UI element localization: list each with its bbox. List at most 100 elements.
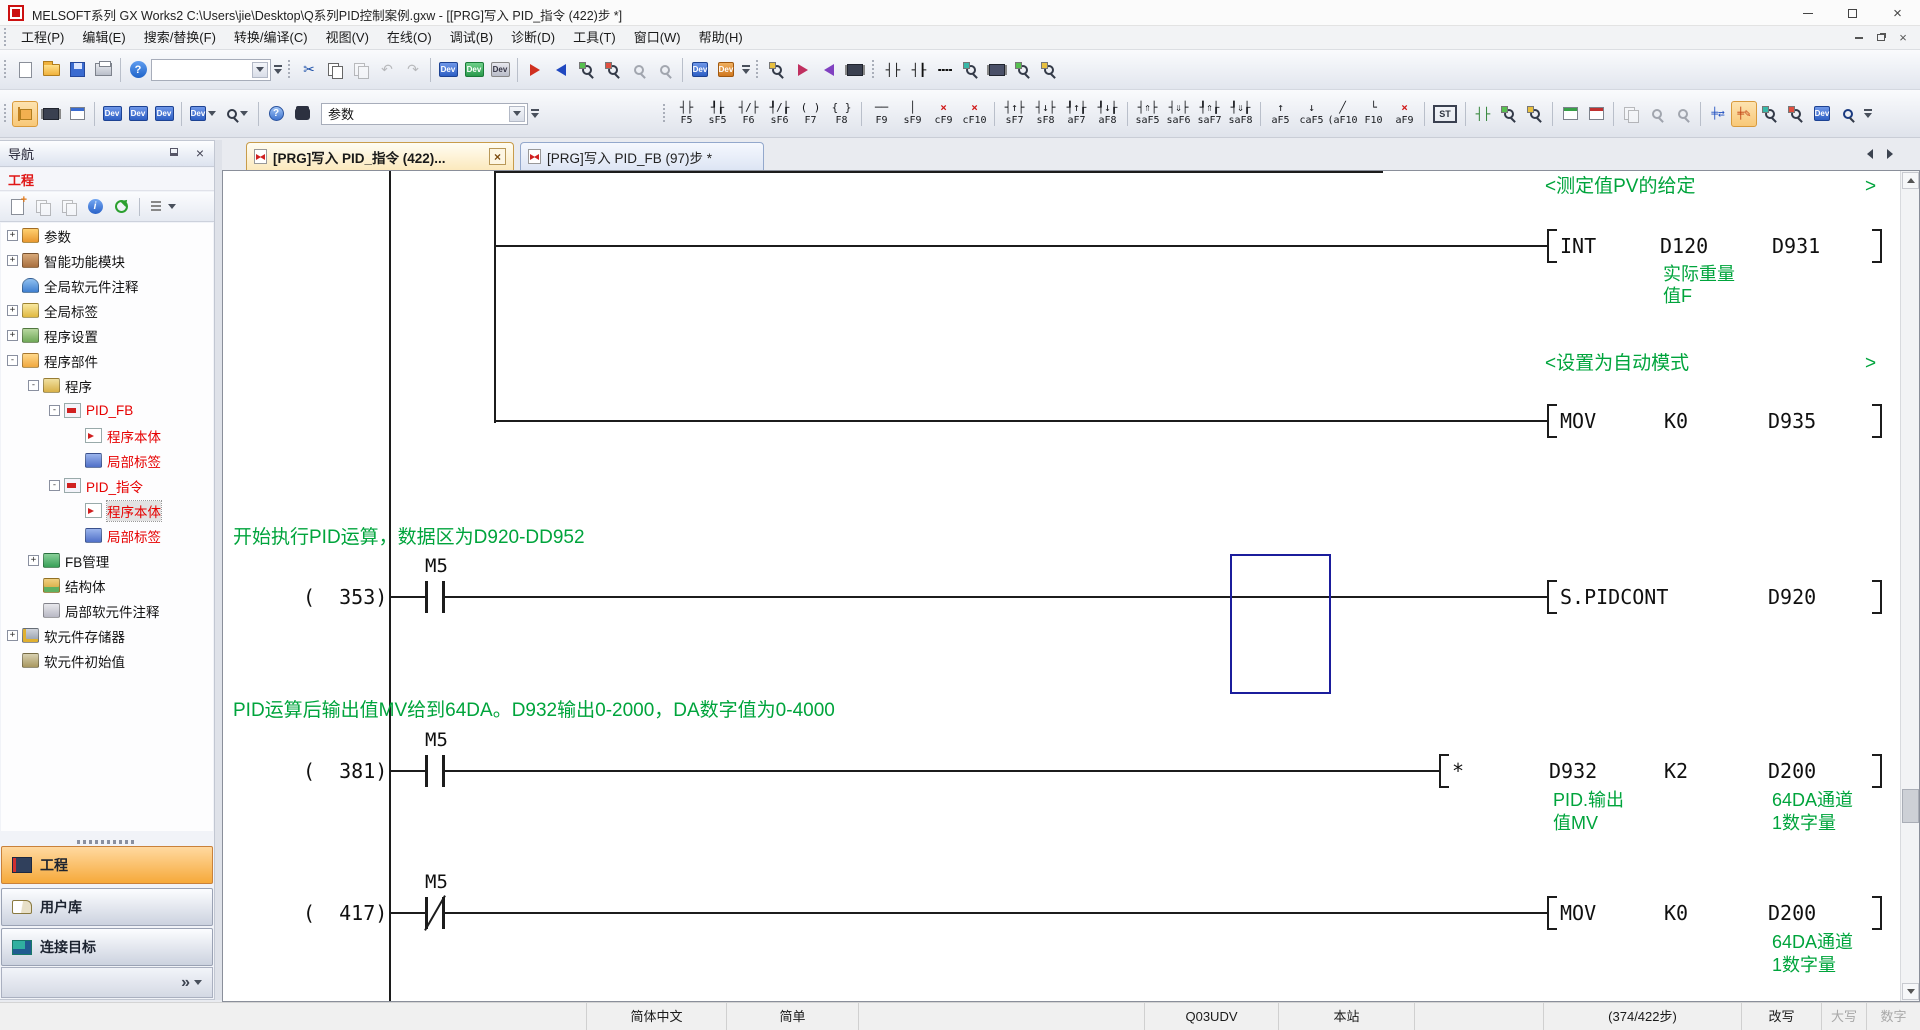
instruction-operand[interactable]: D932 [1549, 758, 1597, 784]
chevron-down-icon[interactable] [509, 106, 525, 122]
ladder-symbol-f6-button[interactable]: ┤/├F6 [733, 96, 764, 132]
simulation-stop-button[interactable] [816, 57, 842, 83]
tree-toggle[interactable]: - [28, 380, 39, 391]
closed-contact-m5[interactable] [425, 897, 445, 929]
tree-toggle[interactable]: - [7, 355, 18, 366]
watch-register2-button[interactable] [1036, 57, 1062, 83]
minimize-button[interactable] [1785, 0, 1830, 26]
instruction-operand[interactable]: D120 [1660, 233, 1708, 259]
search-combobox[interactable] [151, 59, 271, 81]
zoom-button[interactable] [1835, 101, 1861, 127]
module-configuration-button[interactable] [38, 101, 64, 127]
tree-item-device-memory[interactable]: +软元件存储器 [1, 623, 213, 648]
menu-compile[interactable]: 转换/编译(C) [225, 26, 317, 50]
ladder-pulse-saf8-button[interactable]: ┦⇓┟saF8 [1225, 96, 1256, 132]
device-display-button[interactable]: Dev [687, 57, 713, 83]
print-button[interactable] [90, 57, 116, 83]
ladder-hline-f9-button[interactable]: ──F9 [866, 96, 897, 132]
pin-icon[interactable] [170, 148, 178, 156]
tree-item-program-body-fb[interactable]: 程序本体 [1, 423, 213, 448]
instruction-opcode[interactable]: S.PIDCONT [1560, 584, 1668, 610]
ladder-edge-caf5-button[interactable]: ↓caF5 [1296, 96, 1327, 132]
delete-row-button[interactable] [1583, 101, 1609, 127]
instruction-operand[interactable]: K2 [1664, 758, 1688, 784]
watch-stop-button[interactable] [984, 57, 1010, 83]
ladder-editor[interactable]: <测定值PV的给定 > INT D120 D931 实际重量 值F <设置为自动… [222, 170, 1920, 1002]
panel-more-button[interactable]: » [1, 967, 213, 998]
read-mode-button[interactable] [1757, 101, 1783, 127]
tree-item-pou[interactable]: -程序部件 [1, 348, 213, 373]
nav-paste-button[interactable] [57, 195, 81, 219]
menu-find-replace[interactable]: 搜索/替换(F) [135, 26, 225, 50]
menu-online[interactable]: 在线(O) [378, 26, 441, 50]
write-mode-button[interactable] [1783, 101, 1809, 127]
ladder-delete-af9-button[interactable]: ×aF9 [1389, 96, 1420, 132]
read-from-plc-button[interactable] [548, 57, 574, 83]
panel-splitter[interactable] [215, 140, 222, 1000]
insert-row-button[interactable] [1557, 101, 1583, 127]
menu-project[interactable]: 工程(P) [12, 26, 73, 50]
instruction-operand[interactable]: K0 [1664, 408, 1688, 434]
mdi-restore-button[interactable] [1872, 29, 1890, 46]
watch-insert-button[interactable]: ┤├ [880, 57, 906, 83]
instruction-operand[interactable]: D931 [1772, 233, 1820, 259]
edit-wire-button[interactable]: ┤├ [1470, 101, 1496, 127]
instruction-operand[interactable]: D935 [1768, 408, 1816, 434]
undo-button[interactable]: ↶ [374, 57, 400, 83]
scroll-down-button[interactable] [1902, 983, 1919, 1000]
tree-item-global-label[interactable]: +全局标签 [1, 298, 213, 323]
mdi-close-button[interactable]: × [1894, 29, 1912, 46]
device-network-button[interactable]: Dev [151, 101, 177, 127]
view-project-button[interactable]: 工程 [1, 846, 213, 884]
output-window-button[interactable] [64, 101, 90, 127]
instruction-operand[interactable]: D200 [1768, 758, 1816, 784]
menu-edit[interactable]: 编辑(E) [73, 26, 134, 50]
tree-toggle[interactable]: + [7, 330, 18, 341]
scrollbar-thumb[interactable] [1902, 789, 1919, 823]
toolbar-overflow-button[interactable] [739, 55, 752, 85]
save-button[interactable] [64, 57, 90, 83]
nav-refresh-button[interactable] [109, 195, 133, 219]
monitor-resume-button[interactable] [652, 57, 678, 83]
monitor-start-button[interactable] [574, 57, 600, 83]
toolbar-overflow-button[interactable] [1861, 99, 1874, 129]
vertical-scrollbar[interactable] [1900, 171, 1919, 1001]
tree-toggle[interactable]: + [7, 305, 18, 316]
device-comment-edit-button[interactable]: Dev [435, 57, 461, 83]
device-comment-button[interactable]: Dev [99, 101, 125, 127]
ladder-symbol-f8-button[interactable]: { }F8 [826, 96, 857, 132]
tree-item-program-setting[interactable]: +程序设置 [1, 323, 213, 348]
tree-item-fb-management[interactable]: +FB管理 [1, 548, 213, 573]
tree-item-local-device-comment[interactable]: 局部软元件注释 [1, 598, 213, 623]
nav-new-item-button[interactable]: + [5, 195, 29, 219]
tab-pid-fb[interactable]: [PRG]写入 PID_FB (97)步 * [520, 142, 764, 170]
copy-button[interactable] [322, 57, 348, 83]
monitor-stop-button[interactable] [600, 57, 626, 83]
zoom-mode-button[interactable] [220, 101, 254, 127]
open-project-button[interactable] [38, 57, 64, 83]
instruction-opcode[interactable]: INT [1560, 233, 1596, 259]
nav-sort-button[interactable] [146, 195, 180, 219]
open-contact-m5[interactable] [425, 755, 445, 787]
watch-register-button[interactable] [1010, 57, 1036, 83]
ladder-delete-vline-cf10-button[interactable]: ×cF10 [959, 96, 990, 132]
ladder-symbol-sf5-button[interactable]: ┦┟sF5 [702, 96, 733, 132]
cut-button[interactable]: ✂ [296, 57, 322, 83]
ladder-pulse-sf8-button[interactable]: ┤↓├sF8 [1030, 96, 1061, 132]
statement-edit-button[interactable] [1522, 101, 1548, 127]
tree-toggle[interactable]: - [49, 405, 60, 416]
device-display-mode-button[interactable]: Dev [186, 101, 220, 127]
nav-copy-button[interactable] [31, 195, 55, 219]
tree-item-pid-instruction[interactable]: -PID_指令 [1, 473, 213, 498]
tree-toggle[interactable]: + [7, 630, 18, 641]
view-user-library-button[interactable]: 用户库 [1, 888, 213, 926]
ladder-pulse-saf6-button[interactable]: ┤⇓├saF6 [1163, 96, 1194, 132]
toolbar-overflow-button[interactable] [528, 99, 541, 129]
find-prev-button[interactable] [1644, 101, 1670, 127]
tree-item-parameter[interactable]: +参数 [1, 223, 213, 248]
ladder-edit-mode-button[interactable]: ╪✎ [1731, 101, 1757, 127]
ladder-invert-af10-button[interactable]: ╱(aF10 [1327, 96, 1358, 132]
close-button[interactable]: × [1875, 0, 1920, 26]
menu-help[interactable]: 帮助(H) [690, 26, 752, 50]
tab-scroll-left-button[interactable] [1862, 146, 1878, 162]
